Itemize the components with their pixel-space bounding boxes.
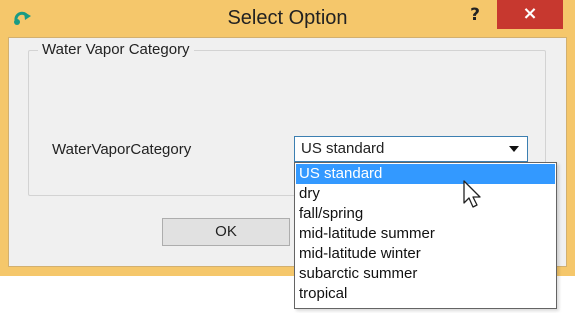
dropdown-option-us-standard[interactable]: US standard (296, 164, 555, 184)
mouse-pointer-icon (463, 180, 481, 208)
select-current-value: US standard (301, 140, 385, 157)
dropdown-option-tropical[interactable]: tropical (296, 284, 555, 304)
water-vapor-category-select[interactable]: US standard (294, 136, 528, 162)
dropdown-list: US standard dry fall/spring mid-latitude… (294, 162, 557, 309)
groupbox-title: Water Vapor Category (38, 40, 194, 60)
ok-button[interactable]: OK (162, 218, 290, 246)
dropdown-option-mid-latitude-summer[interactable]: mid-latitude summer (296, 224, 555, 244)
title-bar[interactable]: Select Option ? × (0, 0, 575, 37)
dropdown-option-subarctic-summer[interactable]: subarctic summer (296, 264, 555, 284)
water-vapor-category-label: WaterVaporCategory (52, 141, 192, 158)
dropdown-option-dry[interactable]: dry (296, 184, 555, 204)
dropdown-option-mid-latitude-winter[interactable]: mid-latitude winter (296, 244, 555, 264)
dropdown-option-fall-spring[interactable]: fall/spring (296, 204, 555, 224)
close-button[interactable]: × (497, 0, 563, 29)
chevron-down-icon[interactable] (509, 146, 519, 152)
help-button[interactable]: ? (458, 2, 492, 28)
